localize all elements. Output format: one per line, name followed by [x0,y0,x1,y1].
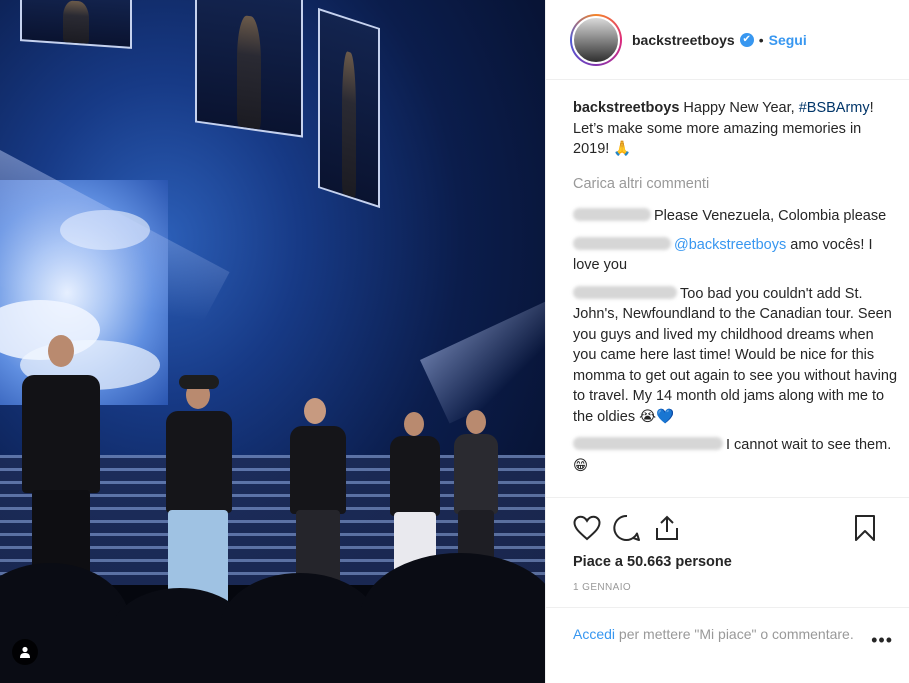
blurred-username[interactable] [573,208,651,221]
login-prompt: Accedi per mettere "Mi piace" o commenta… [546,607,909,650]
heart-icon [573,515,601,541]
comment-text: Please Venezuela, Colombia please [654,208,887,224]
instagram-post: backstreetboys ✔ • Segui backstreetboys … [0,0,909,683]
crowd [360,553,545,683]
stage-screen-right [318,7,380,209]
stage-screen-center [195,0,303,138]
blue-heart-icon: 💙 [656,408,675,425]
post-caption: backstreetboys Happy New Year, #BSBArmy!… [573,98,899,160]
comment-text: I cannot wait to see them. [726,437,892,453]
avatar[interactable] [570,13,622,66]
post-date[interactable]: 1 GENNAIO [573,582,893,593]
blurred-username[interactable] [573,437,723,450]
performer [10,335,110,595]
like-button[interactable] [573,512,613,544]
user-icon [20,646,30,658]
likes-count[interactable]: Piace a 50.663 persone [573,554,893,570]
folded-hands-icon: 🙏 [613,141,632,157]
comment-mention[interactable]: @backstreetboys [674,237,786,253]
follow-button[interactable]: Segui [769,32,807,48]
comment-button[interactable] [613,512,653,544]
post-header: backstreetboys ✔ • Segui [546,0,909,80]
share-button[interactable] [653,512,693,544]
light-beam [420,300,545,424]
caption-hashtag[interactable]: #BSBArmy [799,100,870,116]
caption-text: Happy New Year, [683,100,799,116]
comments-list[interactable]: backstreetboys Happy New Year, #BSBArmy!… [546,80,909,497]
grinning-face-icon: 😁 [573,457,589,474]
verified-badge-icon: ✔ [739,32,754,47]
header-separator: • [758,31,764,48]
list-item: Too bad you couldn't add St. John's, New… [573,284,899,428]
stage-screen-left [20,0,132,49]
action-bar [573,508,893,548]
blurred-username[interactable] [573,236,671,250]
share-icon [656,515,678,540]
crowd [220,573,380,683]
tagged-users-button[interactable] [12,639,38,665]
login-link[interactable]: Accedi [573,626,615,642]
load-more-comments-button[interactable]: Carica altri commenti [573,174,899,195]
caption-username[interactable]: backstreetboys [573,100,679,116]
performer [160,375,240,605]
comment-text: Too bad you couldn't add St. John's, New… [573,285,898,425]
blurred-username[interactable] [573,285,677,299]
login-text: per mettere "Mi piace" o commentare. [615,626,854,642]
header-username[interactable]: backstreetboys [632,32,735,48]
post-side-panel: backstreetboys ✔ • Segui backstreetboys … [545,0,909,683]
post-photo[interactable] [0,0,545,683]
comment-icon [613,514,640,541]
more-options-icon[interactable]: ••• [871,624,893,650]
crying-face-icon: 😭 [639,408,657,425]
post-actions-section: Piace a 50.663 persone 1 GENNAIO [546,497,909,593]
list-item: Please Venezuela, Colombia please [573,206,899,227]
bookmark-icon [855,515,875,541]
list-item: I cannot wait to see them. 😁 [573,435,899,476]
list-item: @backstreetboys amo vocês! I love you [573,235,899,276]
save-button[interactable] [853,512,893,544]
